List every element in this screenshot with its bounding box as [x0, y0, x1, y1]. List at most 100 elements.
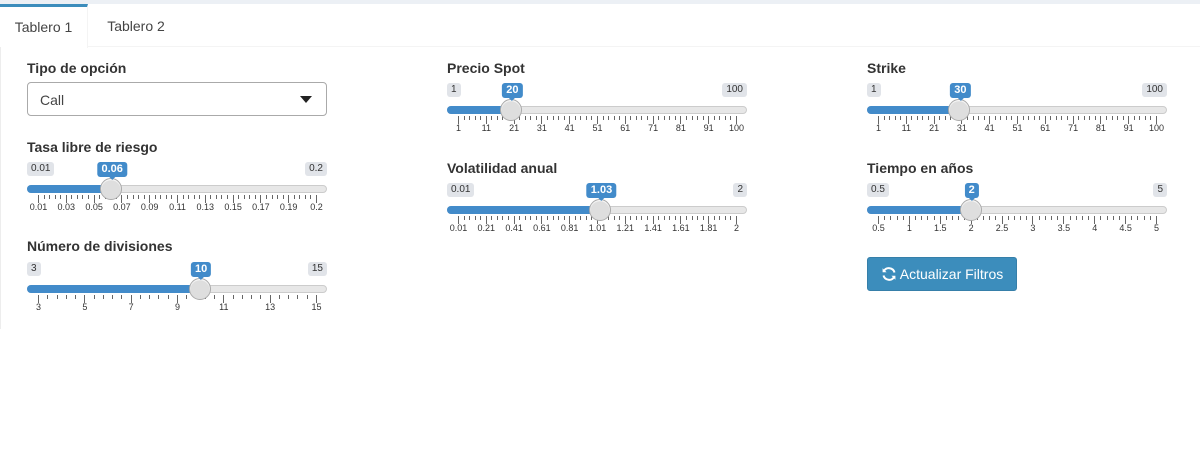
slider-minor-tick — [210, 195, 212, 199]
slider-tick-label: 100 — [1148, 123, 1165, 133]
slider-min-label: 1 — [867, 83, 881, 97]
slider-minor-tick — [1131, 216, 1133, 220]
update-filters-button[interactable]: Actualizar Filtros — [867, 257, 1017, 291]
rate-slider[interactable]: 0.01 0.2 0.01 0.03 0.05 0.07 0.09 0.11 0.13 0.15 0… — [27, 162, 327, 222]
slider-tick-label: 1 — [906, 223, 912, 233]
time-label: Tiempo en años — [867, 160, 974, 176]
slider-minor-tick — [1094, 116, 1096, 120]
slider-tick-label: 31 — [956, 123, 967, 133]
slider-minor-tick — [535, 216, 537, 220]
slider-tick-label: 7 — [128, 302, 134, 312]
slider-minor-tick — [1013, 216, 1015, 220]
slider-minor-tick — [480, 116, 482, 120]
slider-tick-label: 0.2 — [310, 202, 323, 212]
slider-minor-tick — [669, 116, 671, 120]
slider-minor-tick — [508, 216, 510, 220]
tab-bar: Tablero 1 Tablero 2 — [0, 4, 1200, 48]
slider-fill-bar — [447, 206, 601, 214]
slider-minor-tick — [894, 116, 896, 120]
tab-tablero-1[interactable]: Tablero 1 — [0, 4, 88, 48]
slider-minor-tick — [221, 195, 223, 199]
slider-minor-tick — [1100, 216, 1102, 220]
slider-minor-tick — [641, 116, 643, 120]
slider-minor-tick — [585, 116, 587, 120]
time-slider[interactable]: 0.5 5 0.5 1 1.5 2 2.5 3 3.5 4 4.5 5 2 — [867, 183, 1167, 243]
slider-value-label: 20 — [502, 83, 523, 101]
slider-minor-tick — [260, 295, 262, 299]
slider-tick-label: 0.19 — [279, 202, 298, 212]
slider-minor-tick — [663, 116, 665, 120]
slider-minor-tick — [75, 295, 77, 299]
slider-tick-label: 0.05 — [85, 202, 103, 212]
slider-minor-tick — [730, 116, 732, 120]
tab-tablero-2[interactable]: Tablero 2 — [96, 4, 176, 47]
slider-minor-tick — [933, 216, 935, 220]
slider-minor-tick — [112, 295, 114, 299]
slider-minor-tick — [1144, 116, 1146, 120]
volatility-slider[interactable]: 0.01 2 0.01 0.21 0.41 0.61 0.81 1.01 1.21 1.41 1.6… — [447, 183, 747, 243]
slider-tick-label: 1.21 — [616, 223, 635, 233]
slider-minor-tick — [641, 216, 643, 220]
slider-tick-label: 1.81 — [699, 223, 718, 233]
page-background — [0, 329, 1200, 460]
strike-slider[interactable]: 1 100 1 11 21 31 41 51 61 71 81 91 100 30 — [867, 83, 1167, 143]
slider-minor-tick — [54, 195, 56, 199]
slider-minor-tick — [243, 195, 245, 199]
slider-minor-tick — [491, 216, 493, 220]
slider-tick-label: 81 — [1095, 123, 1106, 133]
slider-minor-tick — [1139, 116, 1141, 120]
slider-tick-label: 51 — [1012, 123, 1023, 133]
slider-min-label: 0.01 — [447, 183, 475, 197]
slider-minor-tick — [922, 116, 924, 120]
spot-label: Precio Spot — [447, 60, 525, 76]
slider-minor-tick — [1105, 116, 1107, 120]
slider-tick-label: 91 — [1123, 123, 1134, 133]
slider-minor-tick — [297, 295, 299, 299]
slider-tick-label: 21 — [509, 123, 520, 133]
slider-minor-tick — [719, 216, 721, 220]
slider-tick-label: 1.61 — [672, 223, 690, 233]
slider-minor-tick — [691, 216, 693, 220]
slider-minor-tick — [1044, 216, 1046, 220]
slider-minor-tick — [158, 295, 160, 299]
slider-minor-tick — [1143, 216, 1145, 220]
slider-fill-bar — [27, 285, 201, 293]
slider-minor-tick — [1118, 216, 1120, 220]
slider-minor-tick — [911, 116, 913, 120]
slider-min-label: 0.01 — [27, 162, 55, 176]
slider-tick-label: 0.13 — [196, 202, 215, 212]
slider-minor-tick — [214, 295, 216, 299]
slider-minor-tick — [65, 295, 67, 299]
slider-minor-tick — [1069, 216, 1071, 220]
slider-minor-tick — [1020, 216, 1022, 220]
divisions-slider[interactable]: 3 15 3 5 7 9 11 13 15 10 — [27, 262, 327, 322]
slider-minor-tick — [724, 116, 726, 120]
slider-minor-tick — [71, 195, 73, 199]
slider-minor-tick — [546, 116, 548, 120]
slider-value-label: 10 — [191, 262, 212, 280]
slider-minor-tick — [630, 216, 632, 220]
slider-minor-tick — [983, 216, 985, 220]
slider-minor-tick — [249, 195, 251, 199]
option-type-select[interactable]: Call — [27, 82, 327, 116]
slider-minor-tick — [306, 295, 308, 299]
slider-minor-tick — [1050, 116, 1052, 120]
slider-minor-tick — [1057, 216, 1059, 220]
slider-minor-tick — [995, 216, 997, 220]
slider-tick-label: 1.5 — [934, 223, 947, 233]
slider-minor-tick — [674, 216, 676, 220]
slider-minor-tick — [591, 116, 593, 120]
spot-slider[interactable]: 1 100 1 11 21 31 41 51 61 71 81 91 100 20 — [447, 83, 747, 143]
slider-tick-label: 0.09 — [140, 202, 159, 212]
slider-minor-tick — [702, 116, 704, 120]
slider-minor-tick — [574, 216, 576, 220]
volatility-label: Volatilidad anual — [447, 160, 558, 176]
slider-minor-tick — [278, 295, 280, 299]
slider-minor-tick — [1033, 116, 1035, 120]
slider-minor-tick — [619, 116, 621, 120]
slider-minor-tick — [1005, 116, 1007, 120]
slider-minor-tick — [480, 216, 482, 220]
slider-minor-tick — [697, 216, 699, 220]
slider-minor-tick — [277, 195, 279, 199]
slider-minor-tick — [691, 116, 693, 120]
